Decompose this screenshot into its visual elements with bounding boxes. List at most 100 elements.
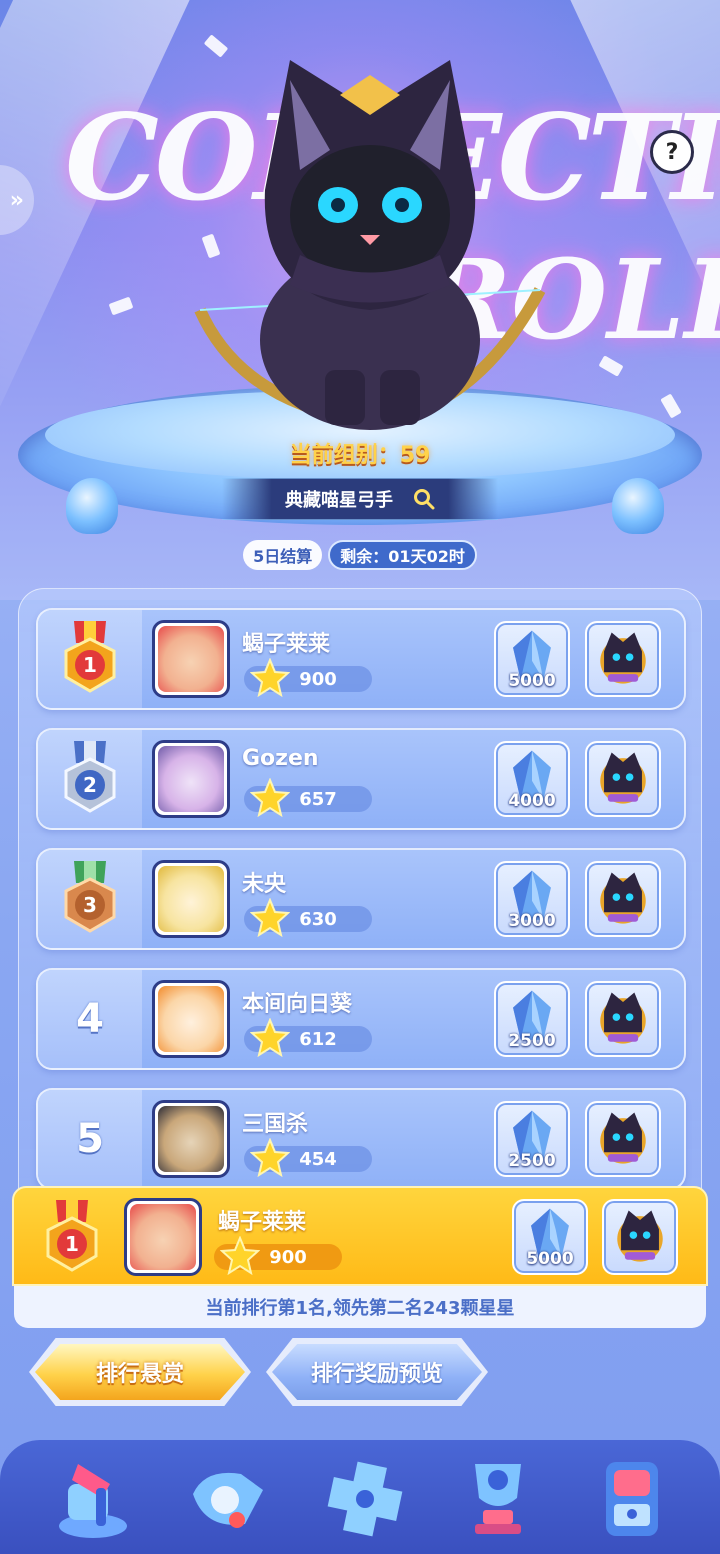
crystal-reward[interactable]: 5000 <box>494 621 570 697</box>
crystal-reward[interactable]: 3000 <box>494 861 570 937</box>
score-value: 612 <box>299 1028 337 1050</box>
confetti <box>108 296 134 316</box>
player-name: 本间向日葵 <box>242 992 353 1017</box>
cat-avatar-frame-reward[interactable] <box>585 621 661 697</box>
player-name: 未央 <box>242 872 287 897</box>
star-icon <box>220 1236 260 1276</box>
cat-avatar-frame-reward[interactable] <box>602 1199 678 1275</box>
score-value: 900 <box>299 668 337 690</box>
settlement-info: 5日结算 剩余：01天02时 <box>0 540 720 570</box>
score-bar: 900 <box>214 1236 342 1276</box>
avatar[interactable] <box>152 620 230 698</box>
crystal-reward[interactable]: 2500 <box>494 981 570 1057</box>
avatar-image <box>158 1106 224 1172</box>
cat-badge-icon <box>617 1210 663 1262</box>
trophy-icon[interactable] <box>453 1454 543 1544</box>
leaderboard-row[interactable]: 2 Gozen 657 4000 <box>36 728 686 830</box>
medal-rank-number: 1 <box>83 653 97 677</box>
leaderboard-row[interactable]: 4 本间向日葵 612 2500 <box>36 968 686 1070</box>
gold-medal-icon: 1 <box>46 1200 98 1272</box>
crystal-reward[interactable]: 4000 <box>494 741 570 817</box>
cat-badge-icon <box>600 752 646 804</box>
cat-badge-icon <box>600 872 646 924</box>
crystal-count: 2500 <box>508 1151 556 1171</box>
crystal-count: 5000 <box>526 1249 574 1269</box>
collection-name: 典藏喵星弓手 <box>285 490 393 511</box>
crystal-count: 3000 <box>508 911 556 931</box>
settlement-cycle-badge: 5日结算 <box>243 540 323 570</box>
rank-number: 4 <box>76 996 104 1042</box>
star-icon <box>250 1138 290 1178</box>
whistle-icon[interactable] <box>185 1454 275 1544</box>
leaderboard-row[interactable]: 5 三国杀 454 2500 <box>36 1088 686 1190</box>
leaderboard-row[interactable]: 3 未央 630 3000 <box>36 848 686 950</box>
crystal-reward[interactable]: 5000 <box>512 1199 588 1275</box>
remaining-time-badge: 剩余：01天02时 <box>328 540 477 570</box>
player-name: 三国杀 <box>242 1112 309 1137</box>
score-value: 657 <box>299 788 337 810</box>
score-bar: 657 <box>244 778 372 818</box>
my-rank-row[interactable]: 1 蝎子莱莱 900 5000 <box>12 1186 708 1286</box>
score-bar: 454 <box>244 1138 372 1178</box>
rank-cell: 2 <box>38 730 142 828</box>
medal-rank-number: 2 <box>83 773 97 797</box>
crystal-count: 5000 <box>508 671 556 691</box>
gold-medal-icon: 1 <box>64 621 116 693</box>
search-icon[interactable] <box>413 488 435 510</box>
light-ray <box>0 0 193 466</box>
player-name: 蝎子莱莱 <box>242 632 331 657</box>
avatar-image <box>158 866 224 932</box>
star-icon <box>250 1018 290 1058</box>
cat-archer-illustration <box>194 60 546 430</box>
cat-avatar-frame-reward[interactable] <box>585 1101 661 1177</box>
light-ray <box>567 0 720 466</box>
question-mark-icon: ? <box>665 139 679 165</box>
crystal-reward[interactable]: 2500 <box>494 1101 570 1177</box>
pedestal-light-right <box>612 478 664 534</box>
silver-medal-icon: 2 <box>64 741 116 813</box>
crystal-count: 2500 <box>508 1031 556 1051</box>
score-bar: 630 <box>244 898 372 938</box>
score-value: 454 <box>299 1148 337 1170</box>
player-name: Gozen <box>242 746 319 771</box>
gacha-machine-icon[interactable] <box>588 1454 678 1544</box>
score-bar: 612 <box>244 1018 372 1058</box>
avatar[interactable] <box>152 860 230 938</box>
avatar[interactable] <box>152 1100 230 1178</box>
crystal-count: 4000 <box>508 791 556 811</box>
rank-bounty-button[interactable]: 排行悬赏 <box>35 1344 245 1400</box>
medal-rank-number: 1 <box>65 1232 79 1256</box>
my-rank-note: 当前排行第1名,领先第二名243颗星星 <box>14 1286 706 1328</box>
star-icon <box>250 658 290 698</box>
double-chevron-right-icon: » <box>9 187 24 213</box>
avatar-image <box>130 1204 196 1270</box>
rank-cell: 5 <box>38 1090 142 1188</box>
player-name: 蝎子莱莱 <box>218 1210 307 1235</box>
avatar-image <box>158 986 224 1052</box>
cat-badge-icon <box>600 632 646 684</box>
collection-search-bar[interactable]: 典藏喵星弓手 <box>222 478 498 520</box>
avatar[interactable] <box>152 740 230 818</box>
star-icon <box>250 898 290 938</box>
rank-reward-preview-button[interactable]: 排行奖励预览 <box>272 1344 482 1400</box>
leaderboard-row[interactable]: 1 蝎子莱莱 900 5000 <box>36 608 686 710</box>
cat-badge-icon <box>600 992 646 1044</box>
avatar-image <box>158 746 224 812</box>
score-value: 630 <box>299 908 337 930</box>
hammer-icon[interactable] <box>48 1454 138 1544</box>
rank-cell: 1 <box>38 610 142 708</box>
current-group-label: 当前组别：59 <box>289 443 431 468</box>
gamepad-icon[interactable] <box>320 1454 410 1544</box>
help-button[interactable]: ? <box>650 130 694 174</box>
cat-badge-icon <box>600 1112 646 1164</box>
star-icon <box>250 778 290 818</box>
medal-rank-number: 3 <box>83 893 97 917</box>
confetti <box>660 393 682 419</box>
cat-avatar-frame-reward[interactable] <box>585 741 661 817</box>
avatar[interactable] <box>124 1198 202 1276</box>
avatar[interactable] <box>152 980 230 1058</box>
cat-avatar-frame-reward[interactable] <box>585 981 661 1057</box>
rank-cell: 4 <box>38 970 142 1068</box>
cat-avatar-frame-reward[interactable] <box>585 861 661 937</box>
pedestal-light-left <box>66 478 118 534</box>
